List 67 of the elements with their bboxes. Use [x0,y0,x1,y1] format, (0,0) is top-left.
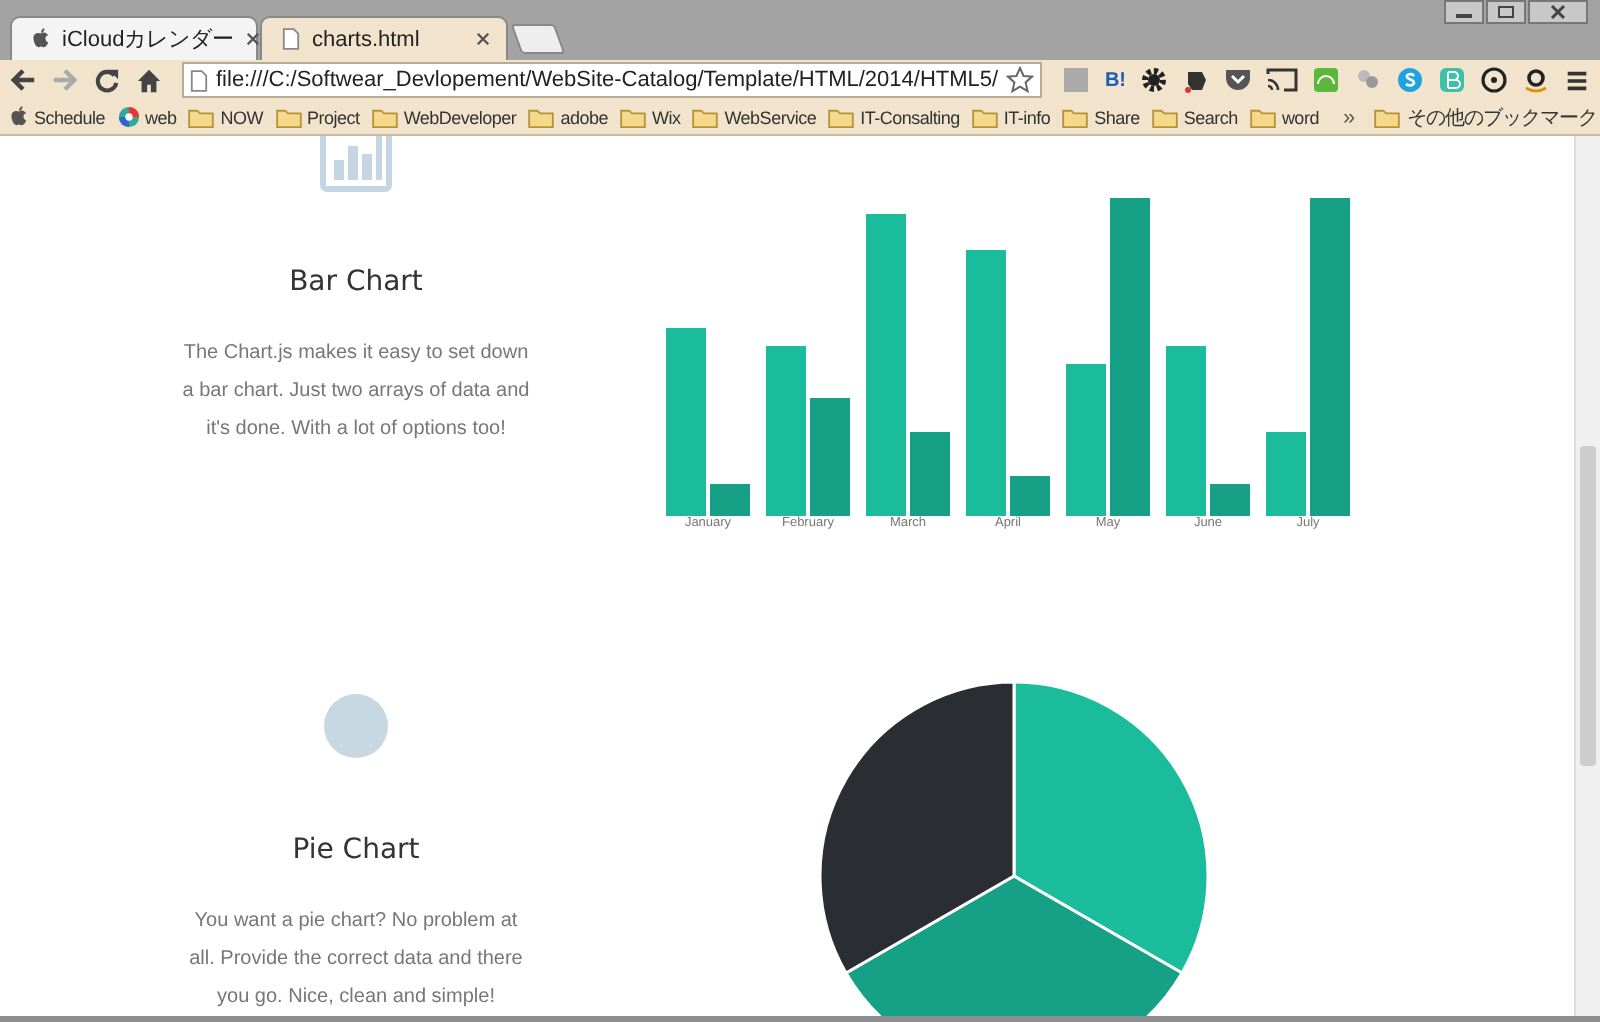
folder-icon [275,107,302,127]
chart-bar [910,432,950,516]
page-icon [282,28,300,50]
bookmark-item[interactable]: adobe [528,107,608,127]
bookmark-item[interactable]: その他のブックマーク [1374,103,1597,131]
browser-tab[interactable]: charts.html [260,16,508,60]
amazon-icon[interactable] [1522,66,1550,94]
minimize-icon[interactable] [1444,0,1484,24]
bookmarks-overflow-button[interactable]: » [1342,105,1355,129]
skype-icon[interactable] [1396,66,1424,94]
section-description: You want a pie chart? No problem at all. Provide the correct data and there you go. Nice, clean and simple! [187,908,525,1012]
bookmark-item[interactable]: IT-info [971,107,1051,127]
folder-icon [692,107,719,127]
scrollbar-thumb[interactable] [1580,446,1596,766]
cast-icon[interactable] [1266,66,1298,94]
pocket-icon[interactable] [1224,66,1252,94]
bookmark-item[interactable]: Project [275,107,360,127]
home-icon[interactable] [136,67,162,93]
bookmark-item[interactable]: Share [1062,107,1140,127]
address-bar[interactable]: file:///C:/Softwear_Devlopement/WebSite-Catalog/Template/HTML/2014/HTML5/ [182,62,1043,98]
apple-icon [32,28,50,50]
folder-icon [1151,107,1178,127]
circle-icon [324,694,388,758]
bookmark-item[interactable]: word [1249,107,1319,127]
bookmark-item[interactable]: web [117,106,177,128]
circle-dot-icon[interactable] [1480,66,1508,94]
reload-icon[interactable] [94,67,120,93]
folder-icon [1062,107,1089,127]
star-icon[interactable] [1006,66,1035,94]
menu-icon[interactable] [1564,67,1590,93]
folder-icon [188,107,215,127]
globe-icon [117,106,140,128]
bookmark-item[interactable]: Wix [619,107,681,127]
extension-button[interactable]: B! [1104,69,1126,91]
bookmark-item[interactable]: WebDeveloper [371,107,517,127]
apple-icon [10,106,28,128]
chart-bar [1210,484,1250,516]
gear-icon[interactable] [1140,66,1168,94]
folder-icon [828,107,855,127]
page-icon [190,69,208,91]
section-description: The Chart.js makes it easy to set down a bar chart. Just two arrays of data and it's done. With a lot of options too! [181,340,531,444]
bookmark-item[interactable]: NOW [188,107,264,127]
folder-icon [619,107,646,127]
bar-chart-icon [320,136,392,192]
scrollbar[interactable] [1574,136,1600,1016]
folder-icon [1249,107,1276,127]
bookmark-item[interactable]: Search [1151,107,1238,127]
folder-icon [971,107,998,127]
chart-bar [1010,476,1050,516]
maximize-icon[interactable] [1486,0,1526,24]
new-tab-button[interactable] [510,24,566,54]
section-title: Bar Chart [289,264,423,302]
section-title: Pie Chart [292,832,420,870]
folder-icon [371,107,398,127]
bookmark-item[interactable]: Schedule [10,106,106,128]
bookmark-item[interactable]: WebService [692,107,817,127]
chart-bar [810,398,850,516]
close-icon[interactable] [476,32,490,46]
bookmark-item[interactable]: IT-Consalting [828,107,960,127]
close-icon[interactable] [1528,0,1588,24]
chart-bar [1266,432,1306,516]
back-arrow-icon[interactable] [10,68,36,92]
close-icon[interactable] [246,32,261,46]
folder-icon [528,107,555,127]
chart-bar [710,484,750,516]
folder-icon [1374,107,1401,127]
browser-tab[interactable]: iCloudカレンダー [10,16,258,60]
